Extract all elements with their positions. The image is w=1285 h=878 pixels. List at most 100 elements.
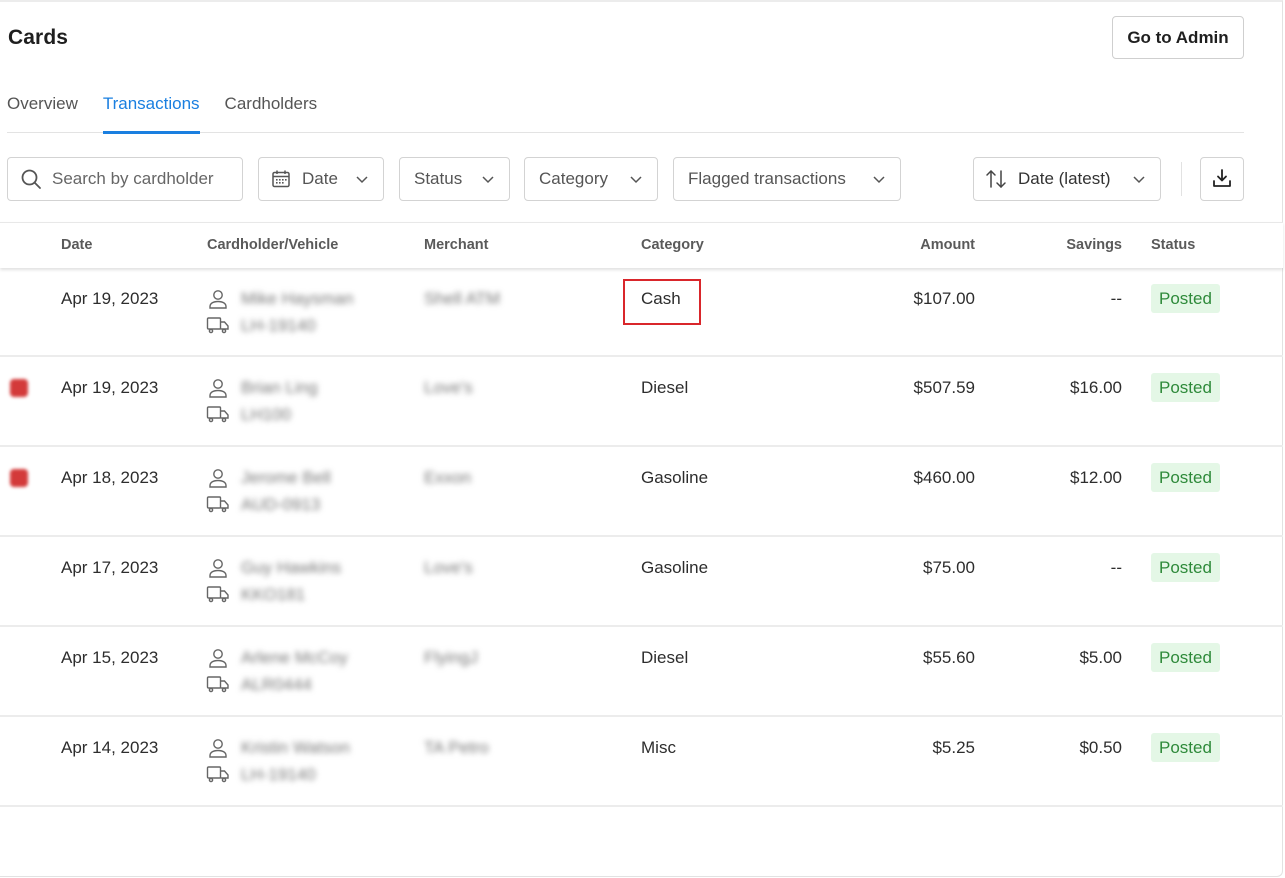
cardholder-name[interactable]: Arlene McCoy: [241, 648, 348, 668]
tab-cardholders[interactable]: Cardholders: [225, 92, 318, 133]
download-icon: [1211, 167, 1233, 192]
search-icon: [20, 168, 42, 190]
merchant-name: Exxon: [424, 468, 472, 487]
transaction-amount: $5.25: [932, 738, 975, 757]
flag-badge-icon: [10, 379, 28, 397]
merchant-name: Love's: [424, 378, 473, 397]
sort-label: Date (latest): [1018, 169, 1111, 188]
truck-icon: [206, 404, 230, 424]
truck-icon: [206, 584, 230, 604]
table-row[interactable]: Apr 19, 2023 Brian Ling LH100 Love's Die…: [0, 357, 1283, 447]
person-icon: [207, 288, 229, 310]
person-icon: [207, 467, 229, 489]
chevron-down-icon: [481, 172, 495, 186]
column-header-amount[interactable]: Amount: [920, 237, 975, 253]
category-filter-dropdown[interactable]: Category: [524, 157, 658, 201]
cardholder-name[interactable]: Guy Hawkins: [241, 558, 341, 578]
flagged-transactions-dropdown[interactable]: Flagged transactions: [673, 157, 901, 201]
tab-transactions[interactable]: Transactions: [102, 92, 200, 134]
vehicle-id[interactable]: LH-19140: [241, 316, 316, 336]
calendar-icon: [271, 169, 291, 189]
chevron-down-icon: [872, 172, 886, 186]
person-icon: [207, 737, 229, 759]
column-header-merchant[interactable]: Merchant: [424, 237, 488, 253]
transaction-amount: $507.59: [913, 378, 975, 397]
search-field[interactable]: [7, 157, 243, 201]
search-input[interactable]: [52, 169, 232, 189]
cardholder-name[interactable]: Jerome Bell: [241, 468, 331, 488]
column-header-savings[interactable]: Savings: [1066, 237, 1122, 253]
transaction-savings: $0.50: [1079, 738, 1122, 757]
status-badge: Posted: [1151, 733, 1220, 762]
person-icon: [207, 647, 229, 669]
transaction-category: Gasoline: [641, 558, 709, 577]
truck-icon: [206, 315, 230, 335]
go-to-admin-button[interactable]: Go to Admin: [1112, 16, 1244, 59]
category-filter-label: Category: [539, 169, 608, 188]
transaction-savings: $12.00: [1070, 468, 1122, 487]
transaction-category: Misc: [641, 738, 676, 757]
chevron-down-icon: [355, 172, 369, 186]
vehicle-id[interactable]: ALR0444: [241, 675, 312, 695]
merchant-name: Love's: [424, 558, 473, 577]
merchant-name: TA Petro: [424, 738, 489, 757]
transaction-amount: $55.60: [923, 648, 975, 667]
status-filter-dropdown[interactable]: Status: [399, 157, 510, 201]
vehicle-id[interactable]: LH100: [241, 405, 291, 425]
column-header-status[interactable]: Status: [1151, 237, 1195, 253]
table-row[interactable]: Apr 19, 2023 Mike Haysman LH-19140 Shell…: [0, 268, 1283, 357]
vehicle-id[interactable]: KKO181: [241, 585, 305, 605]
cardholder-name[interactable]: Kristin Watson: [241, 738, 350, 758]
transaction-savings: --: [1110, 289, 1122, 308]
merchant-name: Shell ATM: [424, 289, 501, 308]
transaction-date: Apr 19, 2023: [61, 378, 159, 397]
column-header-cardholder[interactable]: Cardholder/Vehicle: [207, 237, 338, 253]
transaction-date: Apr 15, 2023: [61, 648, 159, 667]
date-filter-dropdown[interactable]: Date: [258, 157, 384, 201]
column-header-date[interactable]: Date: [61, 237, 92, 253]
transaction-amount: $460.00: [913, 468, 975, 487]
sort-arrows-icon: [985, 168, 1007, 190]
transaction-savings: --: [1110, 558, 1122, 577]
vehicle-id[interactable]: AUD-0913: [241, 495, 320, 515]
cardholder-name[interactable]: Mike Haysman: [241, 289, 353, 309]
status-badge: Posted: [1151, 284, 1220, 313]
person-icon: [207, 557, 229, 579]
transaction-savings: $16.00: [1070, 378, 1122, 397]
transaction-amount: $107.00: [913, 289, 975, 308]
status-badge: Posted: [1151, 643, 1220, 672]
transactions-table: Date Cardholder/Vehicle Merchant Categor…: [0, 222, 1283, 807]
tab-overview[interactable]: Overview: [7, 92, 78, 133]
vehicle-id[interactable]: LH-19140: [241, 765, 316, 785]
flag-badge-icon: [10, 469, 28, 487]
transaction-date: Apr 17, 2023: [61, 558, 159, 577]
table-row[interactable]: Apr 15, 2023 Arlene McCoy ALR0444 Flying…: [0, 627, 1283, 717]
status-filter-label: Status: [414, 169, 463, 188]
table-row[interactable]: Apr 18, 2023 Jerome Bell AUD-0913 Exxon …: [0, 447, 1283, 537]
table-body: Apr 19, 2023 Mike Haysman LH-19140 Shell…: [0, 268, 1283, 807]
sort-dropdown[interactable]: Date (latest): [973, 157, 1161, 201]
table-row[interactable]: Apr 14, 2023 Kristin Watson LH-19140 TA …: [0, 717, 1283, 807]
transaction-date: Apr 14, 2023: [61, 738, 159, 757]
merchant-name: FlyingJ: [424, 648, 478, 667]
date-filter-label: Date: [302, 169, 338, 188]
transaction-date: Apr 18, 2023: [61, 468, 159, 487]
truck-icon: [206, 764, 230, 784]
flagged-filter-label: Flagged transactions: [688, 169, 846, 188]
toolbar-divider: [1181, 162, 1182, 196]
column-header-category[interactable]: Category: [641, 237, 704, 253]
page-title: Cards: [8, 26, 69, 49]
transaction-category: Diesel: [641, 648, 689, 667]
download-button[interactable]: [1200, 157, 1244, 201]
transaction-category: Gasoline: [641, 468, 709, 487]
status-badge: Posted: [1151, 463, 1220, 492]
transaction-date: Apr 19, 2023: [61, 289, 159, 308]
transaction-amount: $75.00: [923, 558, 975, 577]
table-row[interactable]: Apr 17, 2023 Guy Hawkins KKO181 Love's G…: [0, 537, 1283, 627]
chevron-down-icon: [629, 172, 643, 186]
chevron-down-icon: [1132, 172, 1146, 186]
truck-icon: [206, 494, 230, 514]
transaction-category: Diesel: [641, 378, 689, 397]
table-header: Date Cardholder/Vehicle Merchant Categor…: [0, 222, 1283, 268]
cardholder-name[interactable]: Brian Ling: [241, 378, 318, 398]
